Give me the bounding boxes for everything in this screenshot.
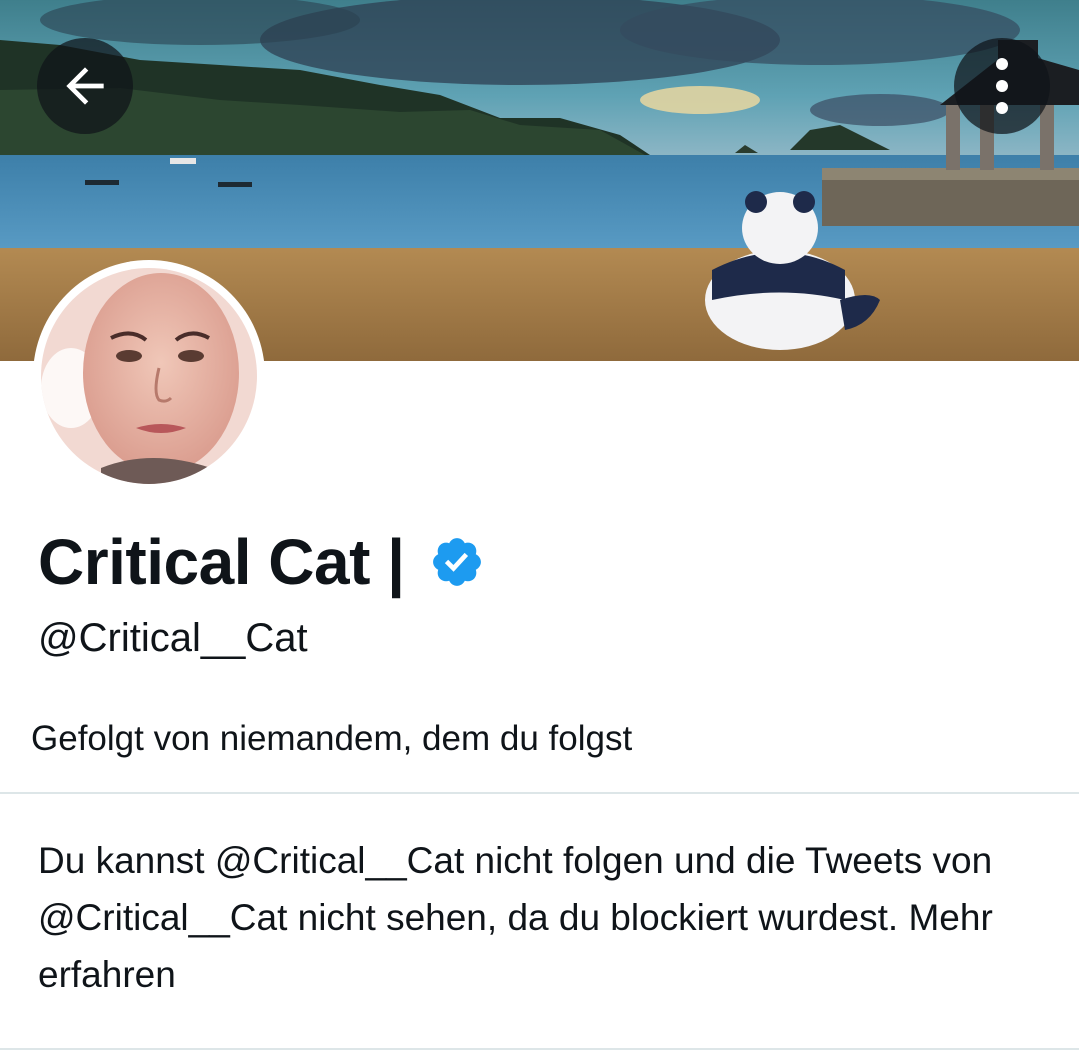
more-options-button[interactable] [954, 38, 1050, 134]
divider [0, 792, 1079, 794]
back-button[interactable] [37, 38, 133, 134]
user-handle: @Critical__Cat [38, 616, 308, 660]
verified-badge-icon[interactable] [429, 534, 485, 590]
arrow-left-icon [66, 67, 104, 105]
blocked-notice-text: Du kannst @Critical__Cat nicht folgen un… [38, 840, 993, 938]
blocked-notice: Du kannst @Critical__Cat nicht folgen un… [38, 832, 1038, 1003]
display-name: Critical Cat | [38, 526, 405, 598]
avatar-image [41, 268, 257, 484]
more-vertical-icon [996, 58, 1008, 114]
divider [0, 1048, 1079, 1050]
followed-by-text: Gefolgt von niemandem, dem du folgst [31, 719, 633, 758]
avatar[interactable] [33, 260, 265, 492]
display-name-row: Critical Cat | [38, 520, 485, 604]
